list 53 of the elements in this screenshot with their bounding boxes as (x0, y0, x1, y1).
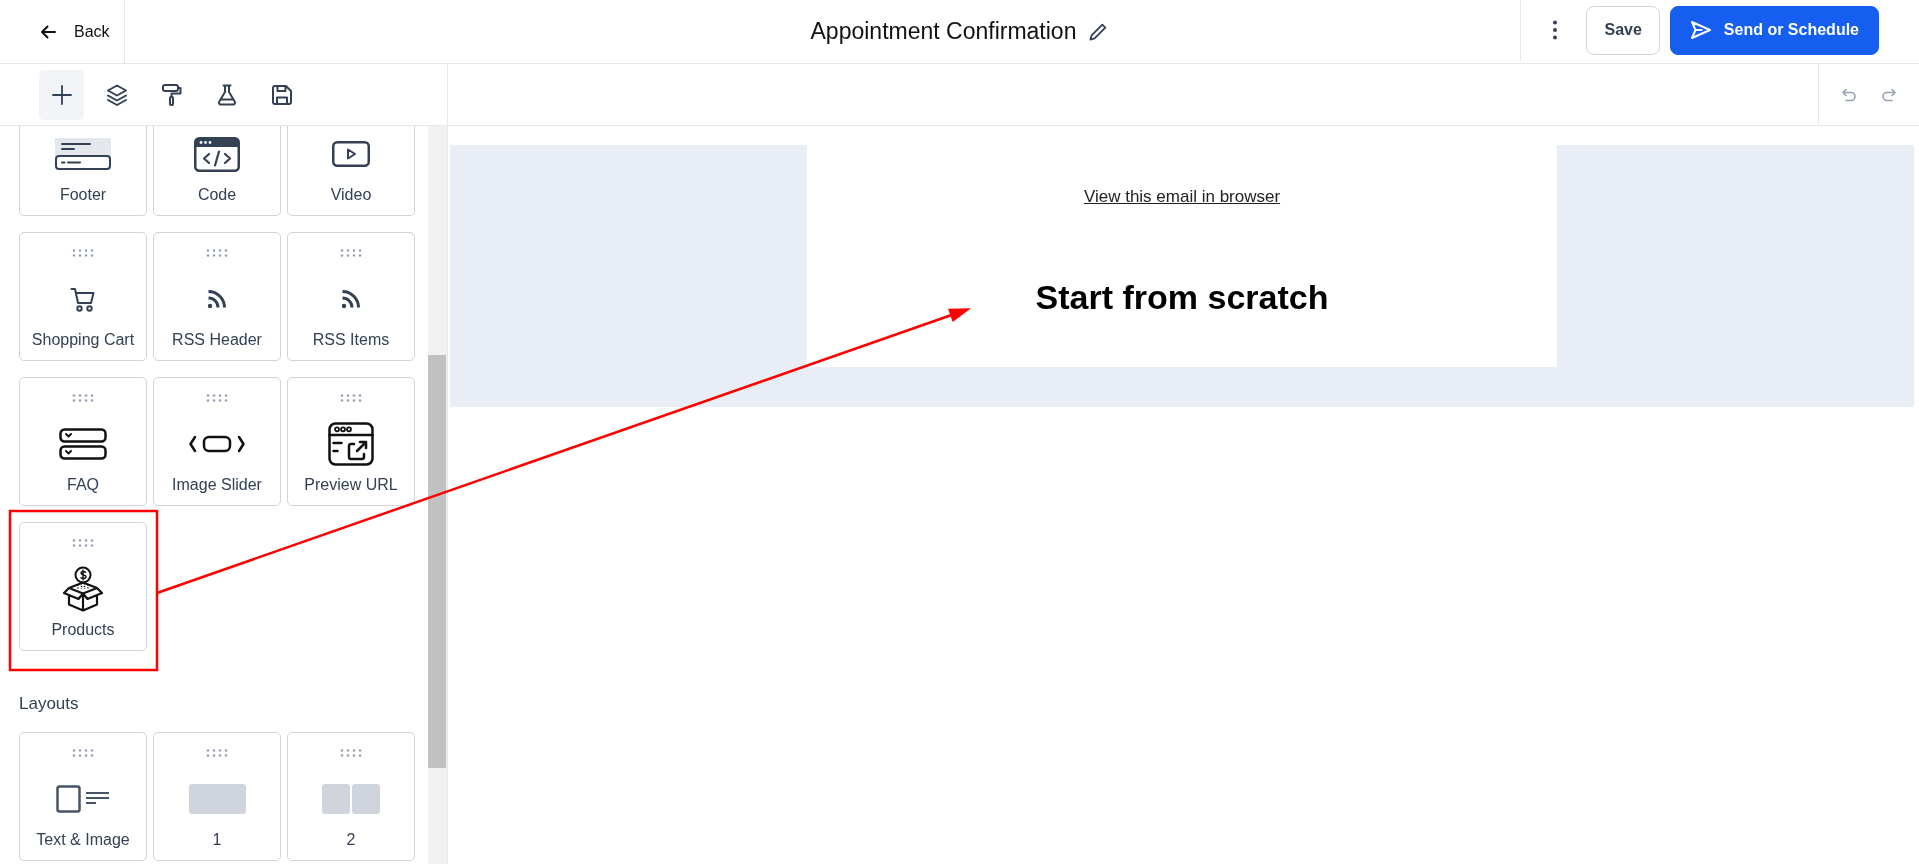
paint-roller-icon (159, 82, 184, 107)
browser-window-icon (328, 422, 374, 466)
layers-icon (104, 82, 129, 107)
paper-plane-icon (1689, 20, 1712, 40)
single-column-icon (188, 784, 246, 814)
plus-icon (50, 83, 73, 106)
pencil-icon[interactable] (1088, 21, 1109, 42)
save-icon (269, 82, 294, 107)
block-tile[interactable]: Preview URL (287, 377, 415, 506)
drag-handle-icon[interactable] (206, 394, 228, 402)
rss-icon (341, 289, 361, 309)
back-button[interactable]: Back (40, 22, 110, 41)
send-schedule-button[interactable]: Send or Schedule (1669, 5, 1879, 55)
play-button-icon (332, 141, 370, 167)
drag-handle-icon[interactable] (340, 394, 362, 402)
accordion-icon (59, 428, 107, 460)
block-tile[interactable]: Products (19, 522, 147, 651)
sidebar-tab[interactable] (39, 69, 84, 120)
code-window-icon (194, 136, 240, 172)
layout-tile[interactable]: Text & Image (19, 732, 147, 861)
footer-block-icon (55, 138, 111, 170)
layout-tile[interactable]: 1 (153, 732, 281, 861)
two-column-icon (322, 784, 380, 814)
section-heading: Layouts (19, 694, 79, 714)
back-arrow-icon (40, 24, 56, 39)
drag-handle-icon[interactable] (72, 249, 94, 257)
shopping-cart-icon (70, 286, 96, 312)
block-tile[interactable]: Shopping Cart (19, 232, 147, 361)
drag-handle-icon[interactable] (340, 249, 362, 257)
drag-handle-icon[interactable] (72, 539, 94, 547)
text-image-layout-icon (56, 785, 110, 813)
drag-handle-icon[interactable] (340, 749, 362, 757)
block-tile[interactable]: Image Slider (153, 377, 281, 506)
save-button[interactable]: Save (1586, 5, 1660, 55)
block-tile[interactable]: Code (153, 126, 281, 216)
block-tile[interactable]: RSS Items (287, 232, 415, 361)
email-heading: Start from scratch (1035, 277, 1329, 317)
rss-icon (207, 289, 227, 309)
view-in-browser-link[interactable]: View this email in browser (1083, 186, 1281, 208)
more-options-icon[interactable] (1553, 20, 1558, 40)
block-tile[interactable]: RSS Header (153, 232, 281, 361)
email-title: Appointment Confirmation (810, 18, 1077, 45)
block-tile[interactable]: Video (287, 126, 415, 216)
drag-handle-icon[interactable] (72, 749, 94, 757)
drag-handle-icon[interactable] (206, 249, 228, 257)
drag-handle-icon[interactable] (72, 394, 94, 402)
block-tile[interactable]: Footer (19, 126, 147, 216)
coin-box-icon (62, 566, 104, 612)
slider-arrows-icon (189, 435, 245, 453)
scrollbar-thumb[interactable] (428, 354, 446, 769)
block-tile[interactable]: FAQ (19, 377, 147, 506)
layout-tile[interactable]: 2 (287, 732, 415, 861)
drag-handle-icon[interactable] (206, 749, 228, 757)
